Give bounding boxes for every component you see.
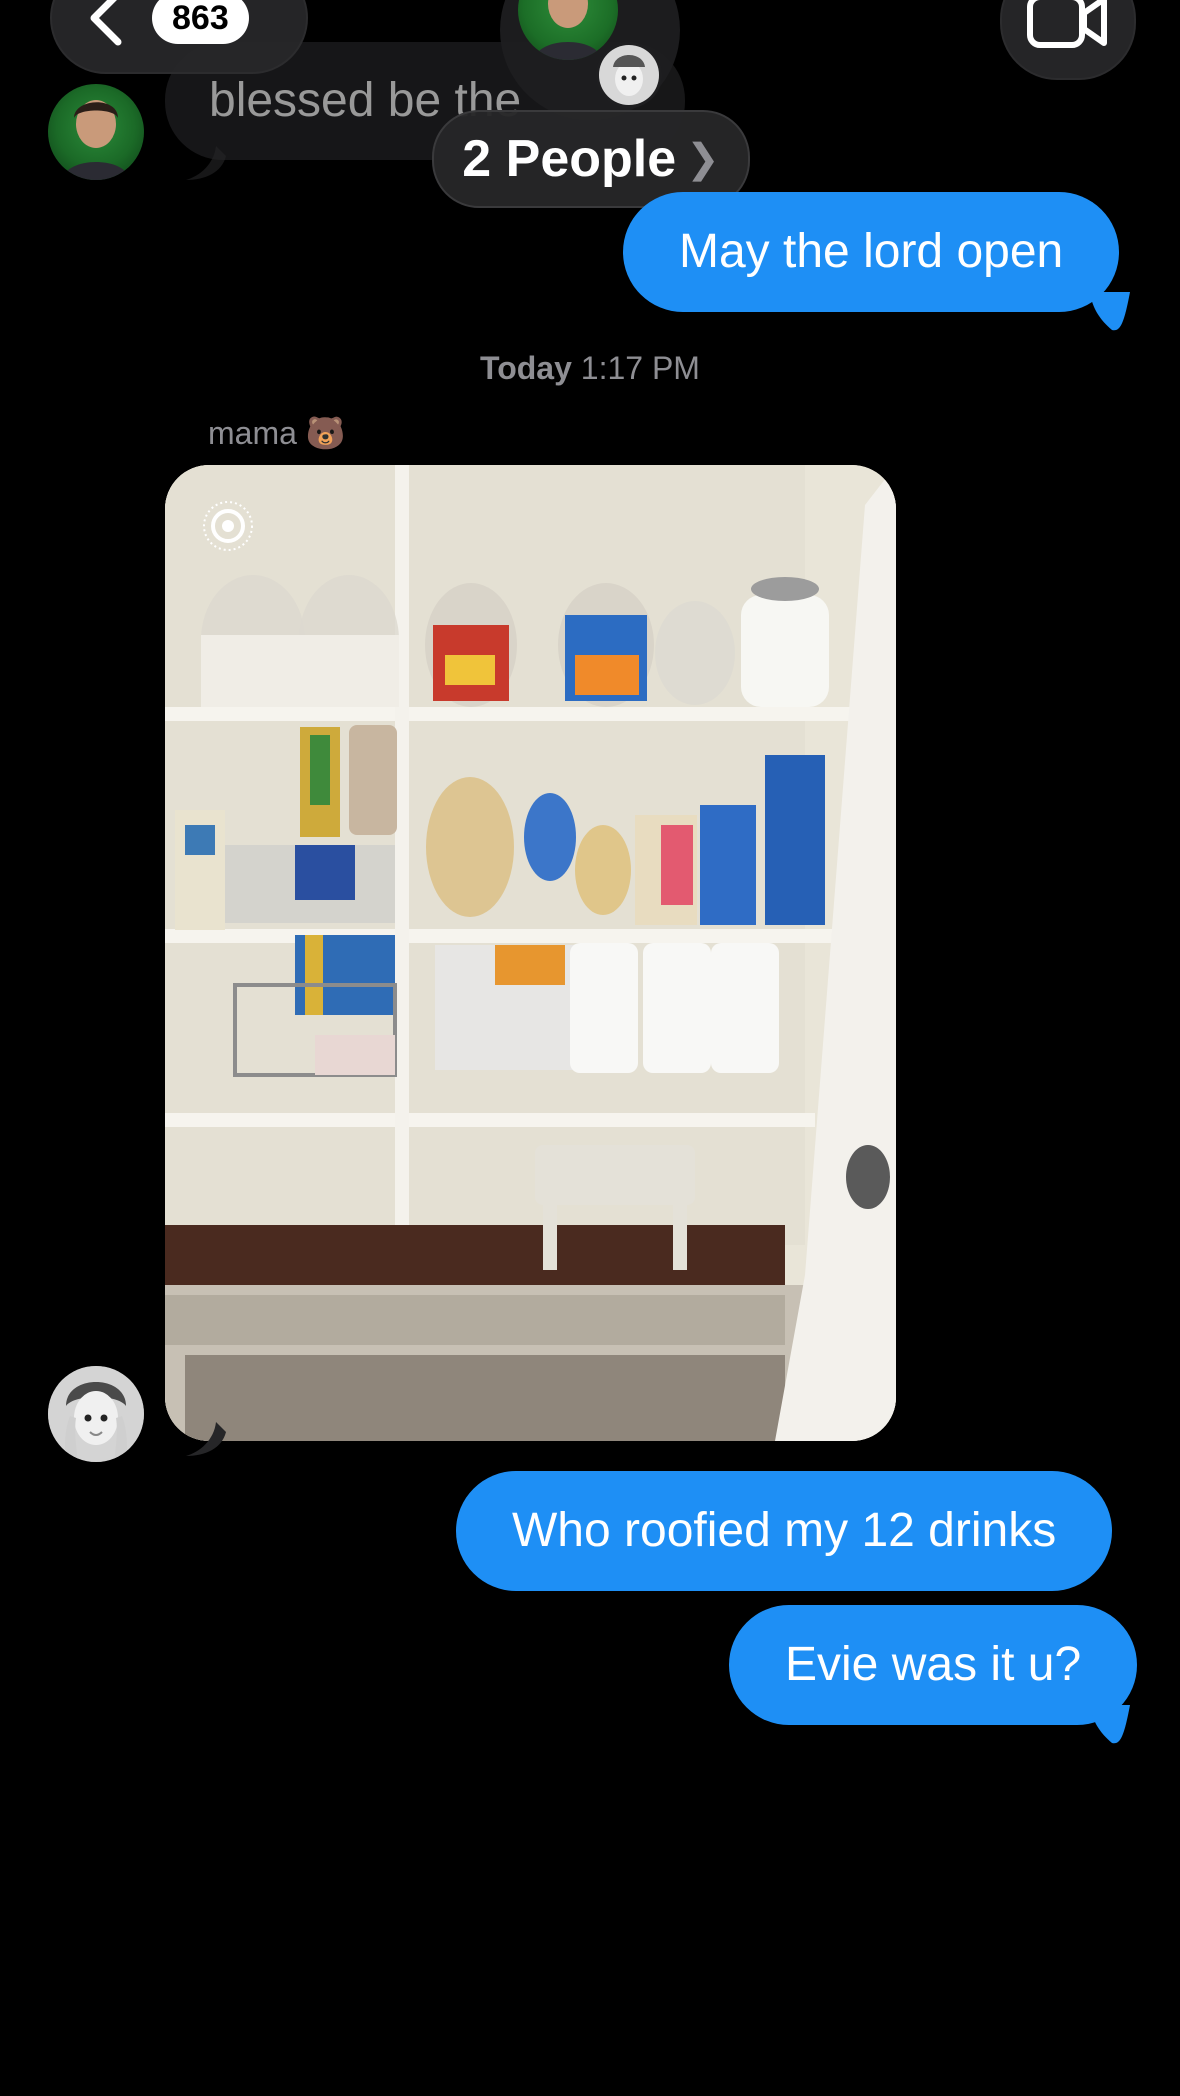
bubble-tail	[186, 1422, 226, 1456]
message-bubble-outgoing[interactable]: May the lord open	[623, 192, 1120, 312]
live-photo-icon[interactable]	[201, 499, 255, 553]
bubble-tail	[1090, 1705, 1130, 1744]
person-avatar-icon	[62, 100, 130, 180]
sender-avatar[interactable]	[48, 1366, 144, 1462]
sender-avatar[interactable]	[48, 84, 144, 180]
unread-count-badge: 863	[152, 0, 249, 44]
message-bubble-outgoing[interactable]: Who roofied my 12 drinks	[456, 1471, 1113, 1591]
message-text: Evie was it u?	[785, 1638, 1082, 1691]
photo-attachment[interactable]	[165, 465, 896, 1441]
chevron-right-icon: ❯	[686, 137, 720, 181]
group-member-avatar	[596, 42, 662, 108]
group-label: 2 People	[462, 130, 677, 188]
message-text: May the lord open	[679, 225, 1064, 278]
pantry-photo	[165, 465, 896, 1441]
cartoon-avatar-icon	[48, 1366, 144, 1462]
back-button[interactable]: 863	[50, 0, 308, 74]
bubble-tail	[1090, 292, 1130, 331]
message-text: Who roofied my 12 drinks	[512, 1504, 1057, 1557]
bubble-tail	[186, 146, 226, 180]
message-bubble-outgoing[interactable]: Evie was it u?	[729, 1605, 1138, 1725]
video-camera-icon	[1027, 0, 1107, 48]
chevron-left-icon	[90, 0, 122, 46]
cartoon-avatar-icon	[599, 45, 659, 105]
facetime-video-button[interactable]	[1000, 0, 1136, 80]
sender-name: mama 🐻	[208, 415, 346, 451]
message-timestamp: Today 1:17 PM	[480, 350, 700, 386]
